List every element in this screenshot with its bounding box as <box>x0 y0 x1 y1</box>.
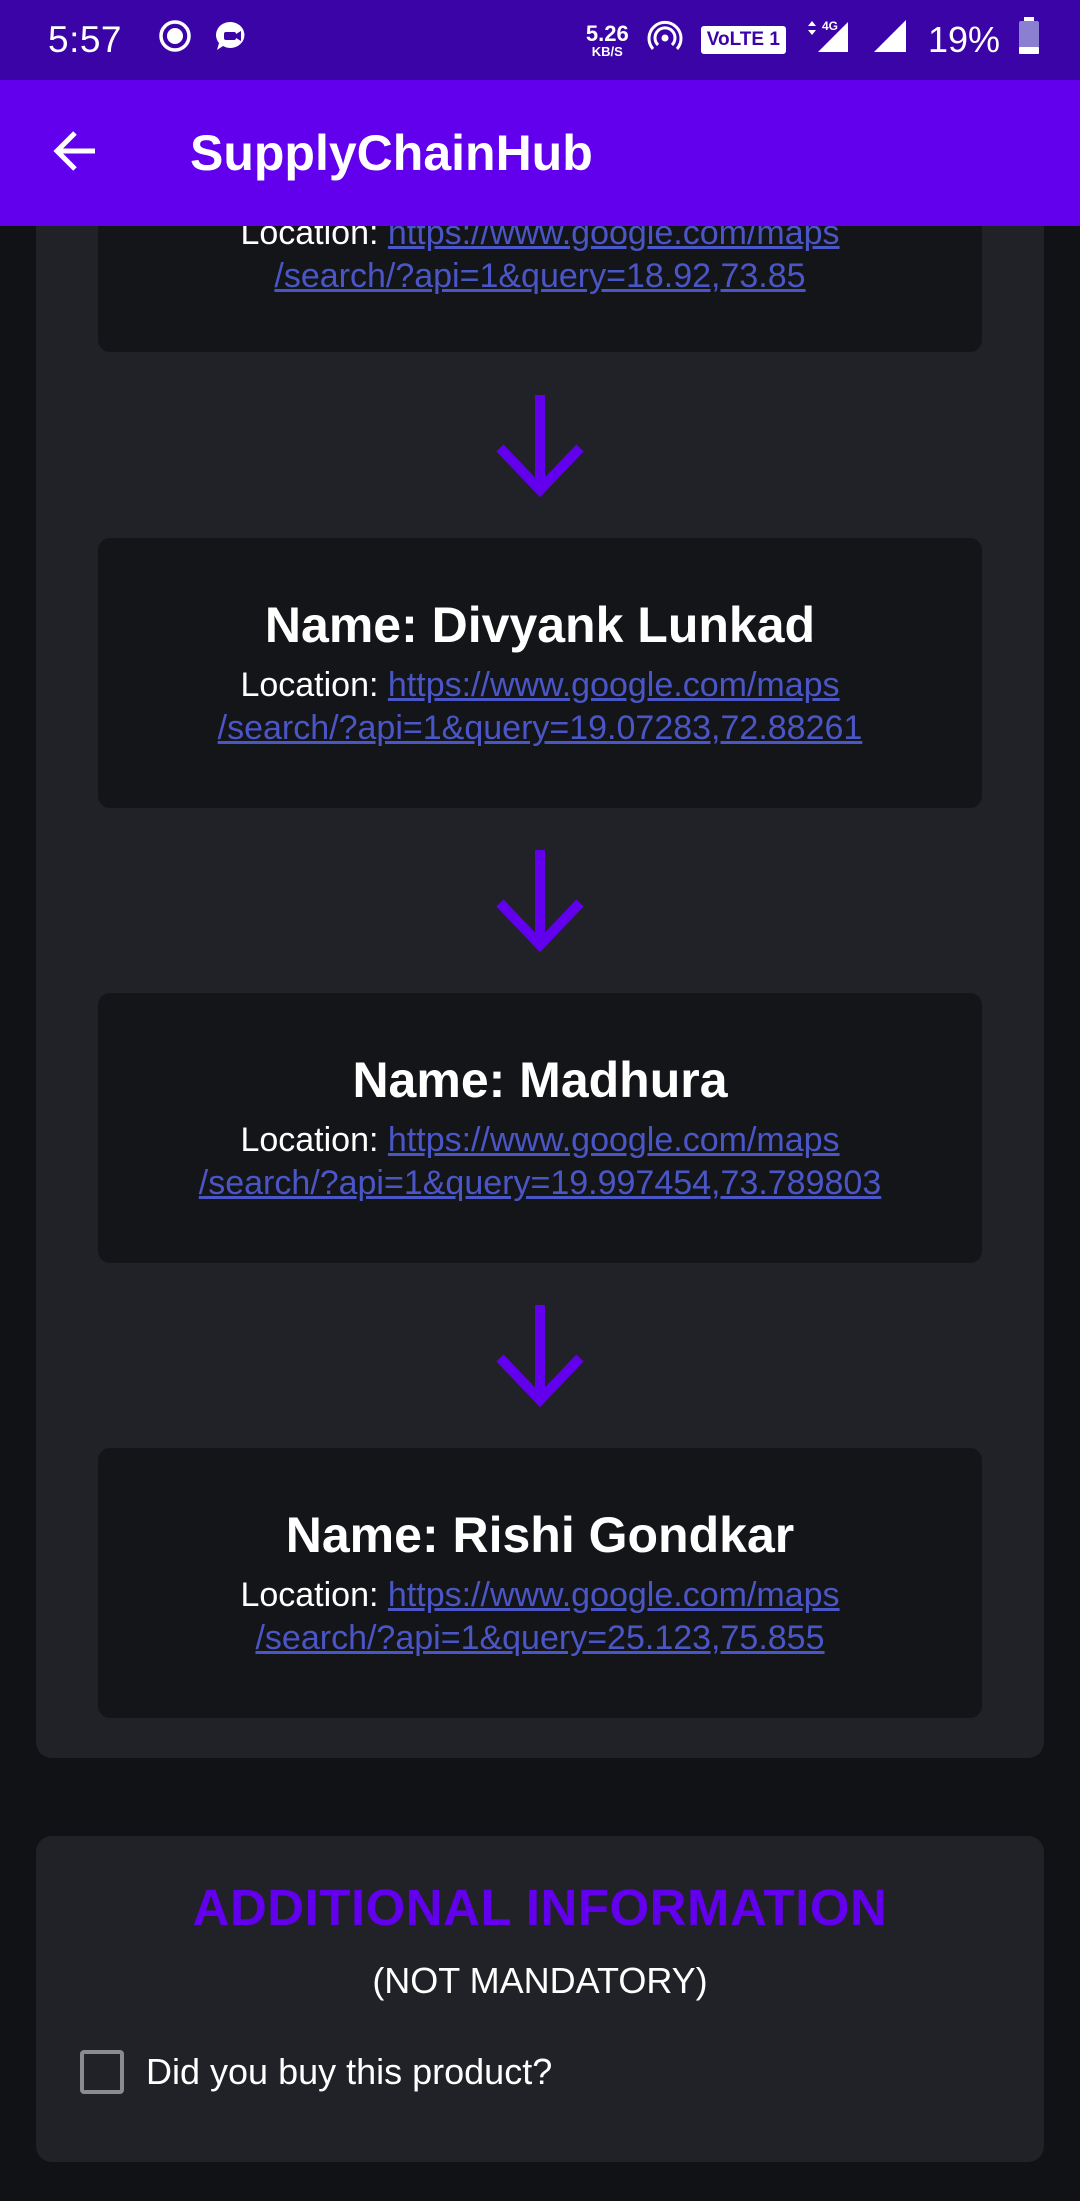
battery-percent: 19% <box>927 19 1000 60</box>
network-speed: 5.26 KB/S <box>585 20 629 59</box>
svg-text:4G: 4G <box>822 19 838 33</box>
chain-node-card: Name: Madhura Location: https://www.goog… <box>98 993 982 1263</box>
additional-info-title: ADDITIONAL INFORMATION <box>192 1879 888 1936</box>
hotspot-icon <box>647 18 683 63</box>
node-location: Location: https://www.google.com/maps/se… <box>240 1576 840 1657</box>
back-button[interactable] <box>0 80 150 226</box>
record-icon <box>158 19 192 62</box>
chain-node-card: Name: Divyank Lunkad Location: https://w… <box>98 538 982 808</box>
arrow-down-icon <box>490 1300 590 1410</box>
volte-badge: VoLTE 1 <box>700 26 786 54</box>
node-location: Location: https://www.google.com/maps/se… <box>217 666 863 747</box>
screen: Location: https://www.google.com/maps/se… <box>0 0 1080 2201</box>
clock: 5:57 <box>48 19 123 60</box>
node-name: Name: Madhura <box>352 1052 728 1108</box>
status-bar: 5:57 5.26 KB/S VoLTE 1 4G 19% <box>0 0 1080 80</box>
app-bar: SupplyChainHub <box>0 80 1080 226</box>
bought-product-checkbox[interactable] <box>80 2050 124 2094</box>
additional-info-panel: ADDITIONAL INFORMATION (NOT MANDATORY) D… <box>36 1836 1044 2162</box>
node-name: Name: Rishi Gondkar <box>285 1507 795 1563</box>
node-name: Name: Divyank Lunkad <box>264 597 816 653</box>
arrow-down-icon <box>490 390 590 500</box>
scroll-content[interactable]: Location: https://www.google.com/maps/se… <box>0 0 1080 2201</box>
battery-icon <box>1018 16 1040 64</box>
arrow-back-icon <box>51 127 99 180</box>
node-location: Location: https://www.google.com/maps/se… <box>198 1121 882 1202</box>
additional-info-subtitle: (NOT MANDATORY) <box>372 1960 708 2001</box>
arrow-down-icon <box>490 845 590 955</box>
signal-4g-icon: 4G <box>804 18 852 63</box>
chain-node-card: Name: Rishi Gondkar Location: https://ww… <box>98 1448 982 1718</box>
bought-product-label[interactable]: Did you buy this product? <box>146 2051 552 2093</box>
bought-product-row[interactable]: Did you buy this product? <box>80 2050 552 2094</box>
page-title: SupplyChainHub <box>190 125 593 181</box>
chat-icon <box>214 19 248 62</box>
signal-icon <box>870 18 910 63</box>
